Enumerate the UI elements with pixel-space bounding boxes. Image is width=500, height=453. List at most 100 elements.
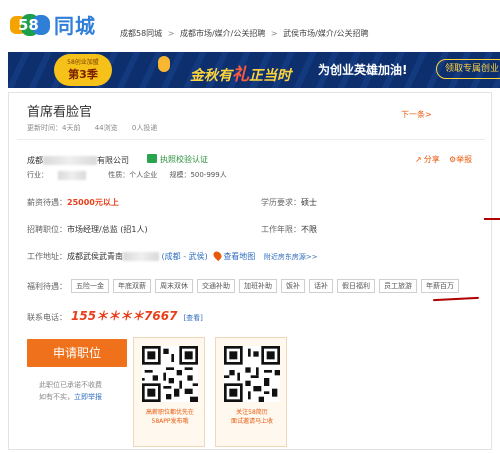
position-row: 招聘职位：市场经理/总监 (招1人)	[27, 224, 148, 235]
company-scale: 规模：500-999人	[169, 171, 227, 179]
breadcrumb-separator: >	[270, 29, 278, 38]
breadcrumb-item-category[interactable]: 成都市场/媒介/公关招聘	[180, 29, 265, 38]
experience-value: 不限	[301, 225, 317, 234]
welfare-tag: 饭补	[281, 279, 305, 293]
season-badge: 58创业加盟 第3季	[54, 54, 112, 86]
wechat-qr-card: 关注58简历 面试邀请马上收	[215, 337, 287, 447]
share-button[interactable]: ↗ 分享	[415, 154, 440, 165]
breadcrumb: 成都58同城 > 成都市场/媒介/公关招聘 > 武侯市场/媒介/公关招聘	[120, 28, 369, 39]
logo-text: 同城	[54, 14, 96, 38]
report-button[interactable]: ⚙举报	[449, 154, 472, 165]
share-label: 分享	[423, 155, 440, 164]
salary-value: 25000元以上	[67, 198, 119, 207]
education-label: 学历要求：	[261, 198, 301, 207]
banner-cta-button[interactable]: 领取专属创业	[436, 59, 500, 79]
job-applicants: 0人投递	[131, 124, 158, 132]
industry-label: 行业：	[27, 171, 48, 179]
position-label: 招聘职位：	[27, 225, 67, 234]
promo-banner[interactable]: 58创业加盟 第3季 金秋有礼正当时 为创业英雄加油! 领取专属创业	[8, 52, 500, 88]
welfare-tag: 话补	[309, 279, 333, 293]
wechat-qr-caption: 关注58简历 面试邀请马上收	[218, 408, 286, 426]
verified-icon	[147, 154, 157, 163]
welfare-tag: 员工旅游	[379, 279, 417, 293]
education-row: 学历要求：硕士	[261, 197, 317, 208]
nearby-rentals-link[interactable]: 附近房东房源>>	[264, 253, 318, 261]
welfare-tag: 假日福利	[337, 279, 375, 293]
company-info-row: 行业： 性质：个人企业 规模：500-999人	[27, 170, 237, 180]
welfare-tag: 年底双薪	[113, 279, 151, 293]
job-meta: 更新时间：4天前 44浏览 0人投递	[27, 123, 169, 133]
qr-caption-line: 关注58简历	[236, 409, 268, 416]
notice-line-2: 如有不实，立即举报	[39, 391, 102, 403]
lantern-icon	[158, 56, 170, 72]
notice-prefix: 如有不实，	[39, 393, 74, 401]
qr-code-icon	[224, 346, 280, 402]
company-nature: 性质：个人企业	[108, 171, 158, 179]
address-label: 工作地址：	[27, 252, 67, 261]
welfare-row: 福利待遇： 五险一金 年底双薪 周末双休 交通补助 加班补助 饭补 话补 假日福…	[27, 279, 463, 293]
banner-slogan: 金秋有礼正当时	[190, 60, 291, 85]
phone-number: 155＊＊＊＊7667	[71, 309, 178, 323]
map-pin-icon	[212, 249, 224, 262]
company-industry: 行业：	[27, 170, 96, 180]
job-views: 44浏览	[94, 124, 118, 132]
slogan-gift-char: 礼	[232, 65, 249, 85]
view-phone-link[interactable]: [查看]	[183, 314, 202, 322]
logo-mark-icon: 58	[10, 12, 52, 38]
salary-row: 薪资待遇：25000元以上	[27, 197, 119, 208]
handdrawn-underline	[432, 296, 480, 302]
welfare-tag: 加班补助	[239, 279, 277, 293]
badge-top-text: 58创业加盟	[67, 59, 99, 66]
redacted-text	[58, 170, 86, 180]
banner-slogan-secondary: 为创业英雄加油!	[318, 63, 408, 77]
experience-row: 工作年限：不限	[261, 224, 317, 235]
welfare-tag: 年薪百万	[421, 279, 459, 293]
redacted-text	[43, 156, 97, 165]
address-value: 成都武侯武青南	[67, 252, 123, 261]
job-detail-card: 首席看脸官 更新时间：4天前 44浏览 0人投递 下一条> 成都 有限公司 执照校…	[8, 92, 492, 450]
experience-label: 工作年限：	[261, 225, 301, 234]
apply-button[interactable]: 申请职位	[27, 339, 127, 367]
app-qr-caption: 高薪职位都优先在 58APP发布哦	[136, 408, 204, 426]
logo-mark-text: 58	[18, 15, 39, 34]
phone-label: 联系电话：	[27, 313, 67, 322]
qr-code-icon	[142, 346, 198, 402]
address-area-link[interactable]: (成都 - 武侯)	[162, 252, 208, 261]
breadcrumb-separator: >	[167, 29, 175, 38]
verified-label: 执照校验认证	[160, 155, 208, 164]
report-now-link[interactable]: 立即举报	[74, 393, 102, 401]
report-label: 举报	[456, 155, 473, 164]
education-value: 硕士	[301, 198, 317, 207]
qr-caption-line: 58APP发布哦	[151, 418, 189, 425]
share-icon: ↗	[415, 155, 422, 164]
notice-line-1: 此职位已承诺不收费	[39, 381, 102, 389]
slogan-part-a: 金秋有	[190, 68, 232, 84]
welfare-label: 福利待遇：	[27, 281, 67, 291]
address-row: 工作地址：成都武侯武青南 (成都 - 武侯) 查看地图 附近房东房源>>	[27, 249, 318, 262]
breadcrumb-item-district[interactable]: 武侯市场/媒介/公关招聘	[283, 29, 368, 38]
app-qr-card: 高薪职位都优先在 58APP发布哦	[133, 337, 205, 447]
company-name[interactable]: 成都 有限公司	[27, 155, 129, 166]
next-job-link[interactable]: 下一条>	[401, 109, 432, 120]
job-title: 首席看脸官	[27, 105, 93, 120]
salary-label: 薪资待遇：	[27, 198, 67, 207]
no-fee-notice: 此职位已承诺不收费 如有不实，立即举报	[39, 379, 102, 403]
site-logo[interactable]: 58 同城	[10, 10, 96, 39]
app-qr-code[interactable]	[142, 346, 198, 402]
divider	[17, 139, 485, 140]
license-verified-badge[interactable]: 执照校验认证	[147, 154, 208, 165]
handdrawn-mark	[484, 218, 500, 220]
redacted-text	[123, 252, 159, 261]
breadcrumb-item-city[interactable]: 成都58同城	[120, 29, 162, 38]
company-name-prefix: 成都	[27, 156, 43, 165]
job-updated: 更新时间：4天前	[27, 124, 81, 132]
welfare-tag: 周末双休	[155, 279, 193, 293]
qr-caption-line: 高薪职位都优先在	[145, 409, 194, 416]
slogan-part-b: 正当时	[249, 68, 291, 84]
position-value: 市场经理/总监 (招1人)	[67, 225, 148, 234]
welfare-tag: 五险一金	[71, 279, 109, 293]
view-map-link[interactable]: 查看地图	[223, 252, 255, 261]
company-name-suffix: 有限公司	[97, 156, 129, 165]
site-header: 58 同城 成都58同城 > 成都市场/媒介/公关招聘 > 武侯市场/媒介/公关…	[0, 0, 500, 52]
wechat-qr-code[interactable]	[224, 346, 280, 402]
